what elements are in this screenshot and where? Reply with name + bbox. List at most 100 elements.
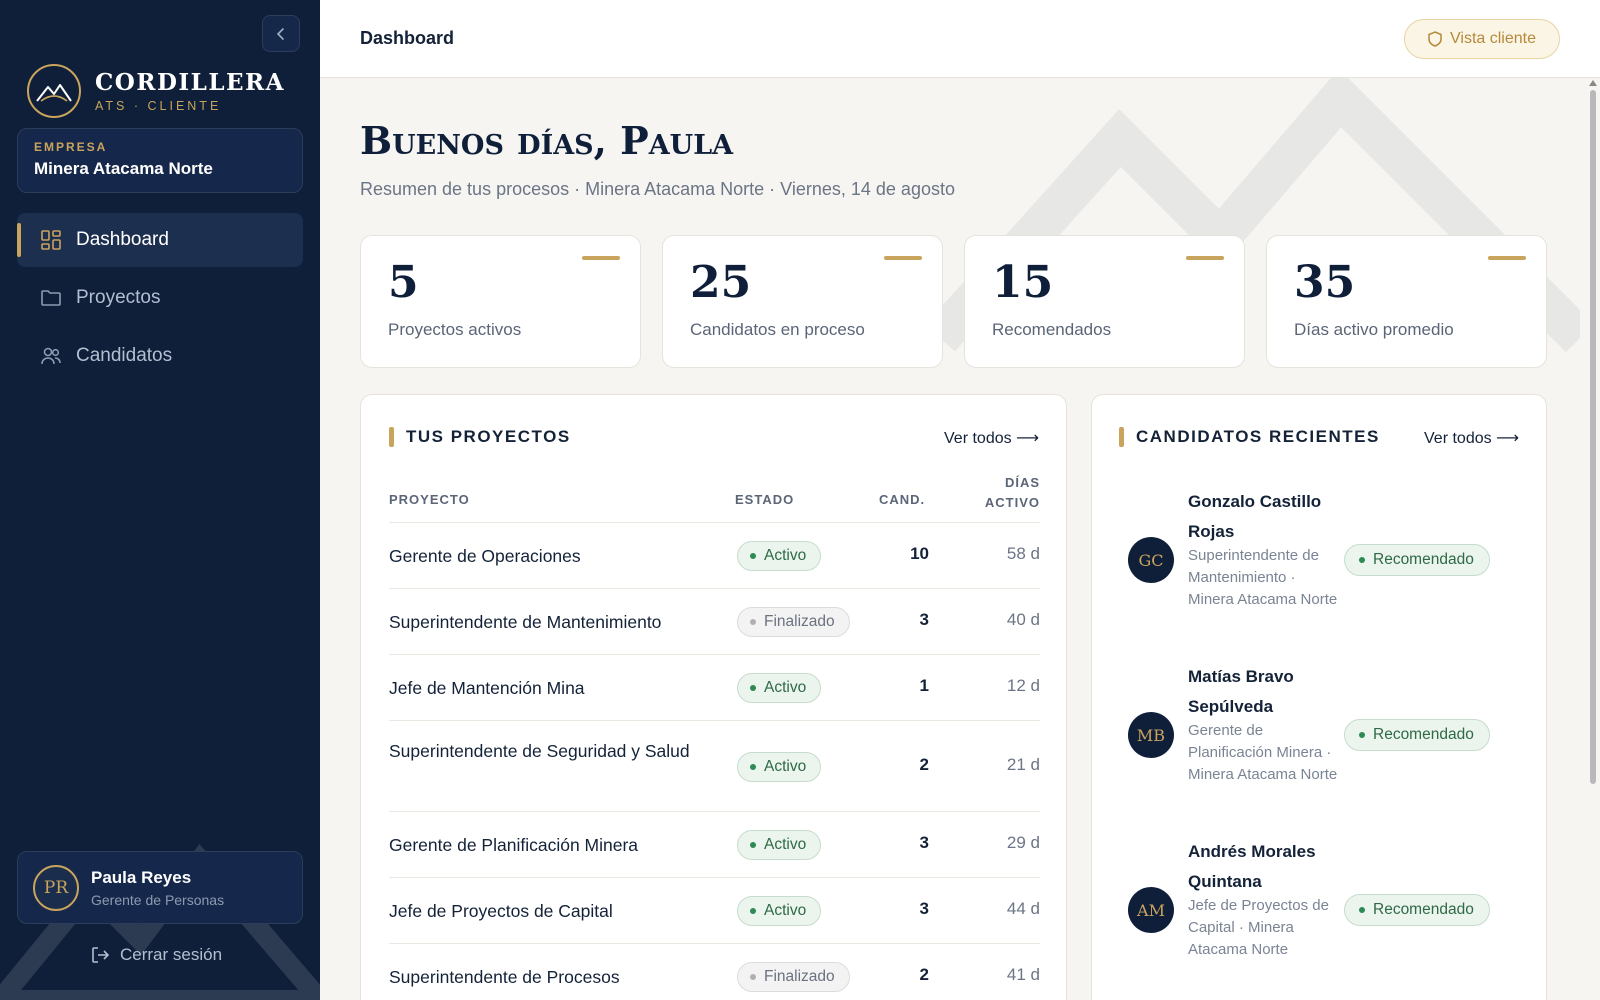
brand-subtitle: ATS · CLIENTE bbox=[95, 98, 222, 113]
project-name[interactable]: Jefe de Mantención Mina bbox=[389, 673, 709, 703]
stat-accent bbox=[884, 256, 922, 260]
candidate-count: 1 bbox=[919, 676, 929, 695]
users-icon bbox=[41, 347, 61, 365]
candidates-see-all-link[interactable]: Ver todos ⟶ bbox=[1424, 428, 1519, 448]
company-name: Minera Atacama Norte bbox=[34, 159, 213, 178]
status-dot-icon bbox=[750, 763, 756, 770]
column-header-project: PROYECTO bbox=[389, 492, 470, 507]
status-label: Recomendado bbox=[1373, 726, 1474, 743]
status-badge: Recomendado bbox=[1344, 719, 1490, 751]
column-header-status: ESTADO bbox=[735, 492, 795, 507]
days-active: 41 d bbox=[1006, 965, 1040, 984]
mountain-logo-icon bbox=[27, 64, 81, 118]
status-dot-icon bbox=[1359, 557, 1365, 563]
client-view-button[interactable]: Vista cliente bbox=[1404, 19, 1560, 59]
stat-label: Proyectos activos bbox=[388, 320, 522, 339]
stat-card-candidates-in-process: 25 Candidatos en proceso bbox=[662, 235, 943, 368]
collapse-sidebar-button[interactable] bbox=[262, 15, 300, 52]
avatar: PR bbox=[33, 864, 79, 911]
projects-panel: TUS PROYECTOS Ver todos ⟶ PROYECTO ESTAD… bbox=[360, 394, 1067, 1000]
candidate-role: Gerente de Planificación Minera · Minera… bbox=[1188, 722, 1338, 783]
scrollbar-thumb[interactable] bbox=[1590, 90, 1596, 784]
status-dot-icon bbox=[750, 842, 756, 848]
brand: CORDILLERA ATS · CLIENTE bbox=[27, 64, 285, 118]
scroll-up-arrow-icon[interactable] bbox=[1589, 80, 1597, 86]
table-row[interactable]: Gerente de Planificación Minera Activo 3 29… bbox=[389, 812, 1040, 878]
stat-card-active-projects: 5 Proyectos activos bbox=[360, 235, 641, 368]
status-label: Recomendado bbox=[1373, 901, 1474, 918]
column-header-days: DÍAS ACTIVO bbox=[985, 473, 1040, 513]
candidate-name[interactable]: Gonzalo Castillo Rojas bbox=[1188, 487, 1338, 547]
stat-label: Recomendados bbox=[992, 320, 1112, 339]
status-dot-icon bbox=[750, 908, 756, 914]
project-name[interactable]: Superintendente de Mantenimiento bbox=[389, 607, 709, 637]
sidebar-item-proyectos[interactable]: Proyectos bbox=[17, 271, 303, 325]
projects-table-header: PROYECTO ESTADO CAND. DÍAS ACTIVO bbox=[389, 473, 1040, 523]
table-row[interactable]: Superintendente de Seguridad y Salud Acti… bbox=[389, 721, 1040, 812]
status-dot-icon bbox=[750, 619, 756, 625]
user-card[interactable]: PR Paula Reyes Gerente de Personas bbox=[17, 851, 303, 924]
project-name[interactable]: Gerente de Operaciones bbox=[389, 541, 709, 571]
avatar: MB bbox=[1128, 712, 1174, 758]
stat-accent bbox=[1186, 256, 1224, 260]
status-badge: Activo bbox=[737, 751, 822, 782]
days-active: 12 d bbox=[1006, 676, 1040, 695]
list-item[interactable]: AM Andrés Morales Quintana Jefe de Proyect… bbox=[1128, 837, 1518, 997]
table-row[interactable]: Superintendente de Mantenimiento Finaliza… bbox=[389, 589, 1040, 655]
table-row[interactable]: Superintendente de Procesos Finalizado 2 41… bbox=[389, 944, 1040, 1000]
project-name[interactable]: Jefe de Proyectos de Capital bbox=[389, 896, 709, 926]
folder-icon bbox=[41, 290, 61, 306]
company-card: EMPRESA Minera Atacama Norte bbox=[17, 128, 303, 193]
logout-button[interactable]: Cerrar sesión bbox=[90, 945, 222, 965]
status-label: Activo bbox=[764, 547, 807, 564]
greeting-subtitle: Resumen de tus procesos · Minera Atacama… bbox=[360, 179, 955, 199]
avatar: AM bbox=[1128, 887, 1174, 933]
column-header-days-line-2: ACTIVO bbox=[984, 495, 1040, 510]
project-name[interactable]: Superintendente de Procesos bbox=[389, 962, 709, 992]
days-active: 29 d bbox=[1006, 833, 1040, 852]
table-row[interactable]: Jefe de Mantención Mina Activo 1 12 d bbox=[389, 655, 1040, 721]
candidate-count: 2 bbox=[919, 965, 929, 984]
candidate-count: 10 bbox=[910, 544, 929, 563]
table-row[interactable]: Gerente de Operaciones Activo 10 58 d bbox=[389, 523, 1040, 589]
sidebar-nav: Dashboard Proyectos Candidatos bbox=[17, 213, 303, 387]
greeting-heading: Buenos días, Paula bbox=[360, 118, 734, 163]
sidebar-item-label: Proyectos bbox=[76, 287, 161, 308]
status-dot-icon bbox=[750, 974, 756, 980]
table-row[interactable]: Jefe de Proyectos de Capital Activo 3 44 d bbox=[389, 878, 1040, 944]
candidate-count: 3 bbox=[919, 899, 929, 918]
status-badge: Recomendado bbox=[1344, 544, 1490, 576]
status-badge: Activo bbox=[737, 896, 822, 926]
projects-see-all-link[interactable]: Ver todos ⟶ bbox=[944, 428, 1039, 448]
candidate-name[interactable]: Matías Bravo Sepúlveda bbox=[1188, 662, 1338, 722]
candidate-role: Jefe de Proyectos de Capital · Minera At… bbox=[1188, 897, 1329, 958]
client-view-label: Vista cliente bbox=[1450, 30, 1536, 47]
status-badge: Activo bbox=[737, 830, 822, 860]
avatar: GC bbox=[1128, 537, 1174, 583]
project-name[interactable]: Gerente de Planificación Minera bbox=[389, 830, 709, 860]
status-label: Finalizado bbox=[764, 968, 835, 985]
status-dot-icon bbox=[750, 553, 756, 559]
days-active: 40 d bbox=[1006, 610, 1040, 629]
candidate-name[interactable]: Andrés Morales Quintana bbox=[1188, 837, 1338, 897]
days-active: 58 d bbox=[1006, 544, 1040, 563]
project-name[interactable]: Superintendente de Seguridad y Salud bbox=[389, 736, 709, 766]
stat-value: 35 bbox=[1294, 257, 1356, 308]
sidebar-item-dashboard[interactable]: Dashboard bbox=[17, 213, 303, 267]
list-item[interactable]: GC Gonzalo Castillo Rojas Superintendente … bbox=[1128, 487, 1518, 647]
grid-icon bbox=[41, 230, 61, 250]
main-content: Buenos días, Paula Resumen de tus proces… bbox=[320, 78, 1584, 1000]
candidate-role: Superintendente de Mantenimiento · Miner… bbox=[1188, 547, 1338, 608]
stat-accent bbox=[1488, 256, 1526, 260]
top-header: Dashboard Vista cliente bbox=[320, 0, 1600, 78]
list-item[interactable]: MB Matías Bravo Sepúlveda Gerente de Plani… bbox=[1128, 662, 1518, 822]
sidebar-item-candidatos[interactable]: Candidatos bbox=[17, 329, 303, 383]
projects-panel-title: TUS PROYECTOS bbox=[389, 427, 571, 447]
status-label: Activo bbox=[764, 679, 807, 696]
sidebar-item-label: Dashboard bbox=[76, 229, 169, 250]
stat-label: Días activo promedio bbox=[1294, 320, 1454, 339]
days-active: 21 d bbox=[1006, 754, 1040, 774]
status-dot-icon bbox=[1359, 732, 1365, 738]
main-scrollbar[interactable] bbox=[1586, 78, 1600, 1000]
candidate-count: 2 bbox=[919, 754, 929, 774]
